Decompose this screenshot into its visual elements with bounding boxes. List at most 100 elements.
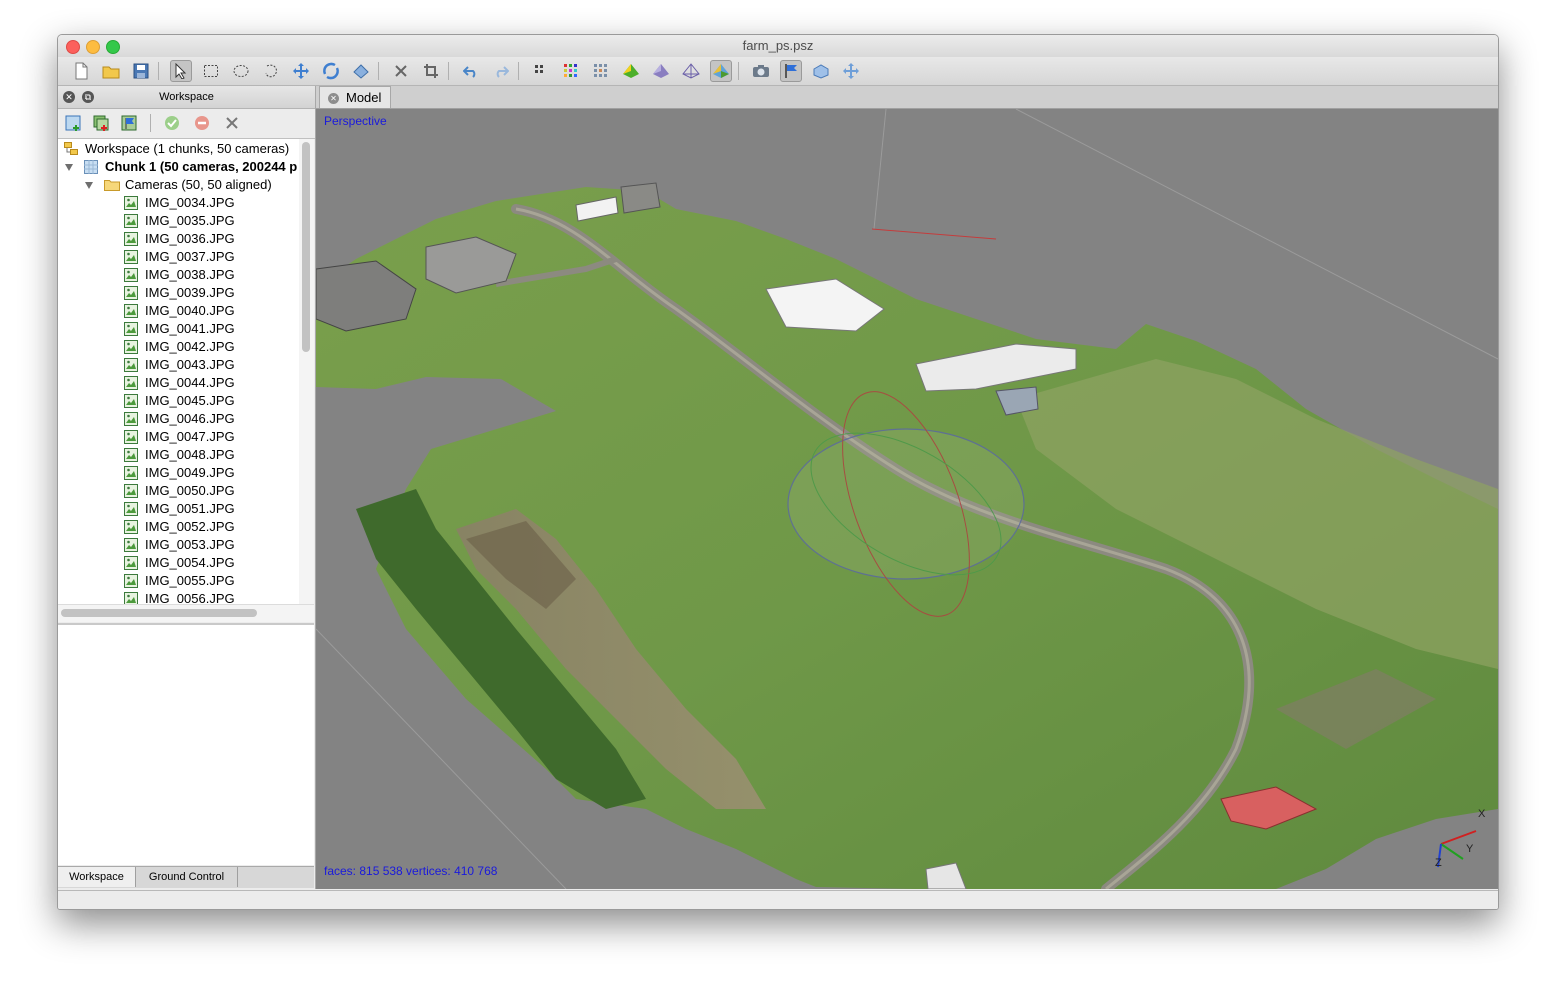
dense-cloud-classes-icon[interactable] bbox=[590, 60, 612, 82]
resize-region-icon[interactable] bbox=[350, 60, 372, 82]
3d-model-scene[interactable] bbox=[316, 109, 1498, 889]
rectangle-selection-icon[interactable] bbox=[200, 60, 222, 82]
photo-icon bbox=[124, 484, 138, 498]
tree-label-camera: IMG_0049.JPG bbox=[145, 465, 235, 480]
expand-cameras-icon[interactable] bbox=[85, 182, 93, 189]
tree-item-camera[interactable]: IMG_0056.JPG bbox=[58, 590, 299, 604]
tree-label-chunk: Chunk 1 (50 cameras, 200244 p bbox=[105, 159, 298, 174]
tree-item-camera[interactable]: IMG_0037.JPG bbox=[58, 248, 299, 266]
minimize-window-button[interactable] bbox=[86, 40, 100, 54]
tree-item-camera[interactable]: IMG_0040.JPG bbox=[58, 302, 299, 320]
tree-item-camera[interactable]: IMG_0046.JPG bbox=[58, 410, 299, 428]
tree-item-camera[interactable]: IMG_0036.JPG bbox=[58, 230, 299, 248]
tree-item-camera[interactable]: IMG_0047.JPG bbox=[58, 428, 299, 446]
reset-view-icon[interactable] bbox=[840, 60, 862, 82]
scroll-thumb[interactable] bbox=[61, 609, 257, 617]
main-toolbar bbox=[58, 57, 1498, 86]
tree-item-camera[interactable]: IMG_0050.JPG bbox=[58, 482, 299, 500]
tree-label-camera: IMG_0041.JPG bbox=[145, 321, 235, 336]
zoom-window-button[interactable] bbox=[106, 40, 120, 54]
model-wireframe-icon[interactable] bbox=[680, 60, 702, 82]
tree-item-camera[interactable]: IMG_0048.JPG bbox=[58, 446, 299, 464]
navigation-pointer-icon[interactable] bbox=[170, 60, 192, 82]
tree-item-camera[interactable]: IMG_0053.JPG bbox=[58, 536, 299, 554]
tree-item-camera[interactable]: IMG_0034.JPG bbox=[58, 194, 299, 212]
add-photos-icon[interactable] bbox=[90, 112, 112, 134]
tree-label-camera: IMG_0055.JPG bbox=[145, 573, 235, 588]
model-solid-icon[interactable] bbox=[650, 60, 672, 82]
tree-label-cameras: Cameras (50, 50 aligned) bbox=[125, 177, 272, 192]
model-shaded-icon[interactable] bbox=[620, 60, 642, 82]
tree-item-camera[interactable]: IMG_0055.JPG bbox=[58, 572, 299, 590]
tree-item-camera[interactable]: IMG_0054.JPG bbox=[58, 554, 299, 572]
tree-label-camera: IMG_0052.JPG bbox=[145, 519, 235, 534]
tree-label-camera: IMG_0050.JPG bbox=[145, 483, 235, 498]
tree-label-camera: IMG_0038.JPG bbox=[145, 267, 235, 282]
tree-item-camera[interactable]: IMG_0045.JPG bbox=[58, 392, 299, 410]
tree-item-camera[interactable]: IMG_0041.JPG bbox=[58, 320, 299, 338]
tree-label-camera: IMG_0037.JPG bbox=[145, 249, 235, 264]
crop-selection-icon[interactable] bbox=[420, 60, 442, 82]
tree-item-camera[interactable]: IMG_0051.JPG bbox=[58, 500, 299, 518]
redo-icon[interactable] bbox=[490, 60, 512, 82]
tree-label-camera: IMG_0036.JPG bbox=[145, 231, 235, 246]
circle-selection-icon[interactable] bbox=[230, 60, 252, 82]
chunk-icon bbox=[84, 160, 98, 174]
add-chunk-icon[interactable] bbox=[62, 112, 84, 134]
photo-icon bbox=[124, 250, 138, 264]
tree-vertical-scrollbar[interactable] bbox=[299, 139, 314, 604]
tree-label-camera: IMG_0040.JPG bbox=[145, 303, 235, 318]
photo-icon bbox=[124, 520, 138, 534]
model-view[interactable]: ✕ Model Perspective faces: 815 538 verti… bbox=[316, 86, 1498, 889]
new-document-icon[interactable] bbox=[70, 60, 92, 82]
tree-item-cameras-folder[interactable]: Cameras (50, 50 aligned) bbox=[58, 176, 299, 194]
tab-model[interactable]: ✕ Model bbox=[319, 86, 391, 108]
panel-tab-bar: Workspace Ground Control bbox=[58, 866, 314, 888]
delete-selection-icon[interactable] bbox=[390, 60, 412, 82]
show-region-icon[interactable] bbox=[810, 60, 832, 82]
photo-icon bbox=[124, 286, 138, 300]
point-cloud-icon[interactable] bbox=[530, 60, 552, 82]
tree-item-camera[interactable]: IMG_0049.JPG bbox=[58, 464, 299, 482]
tab-workspace[interactable]: Workspace bbox=[58, 867, 136, 887]
move-object-icon[interactable] bbox=[290, 60, 312, 82]
undo-icon[interactable] bbox=[460, 60, 482, 82]
remove-items-icon[interactable] bbox=[221, 112, 243, 134]
tree-item-chunk[interactable]: Chunk 1 (50 cameras, 200244 p bbox=[58, 158, 299, 176]
model-textured-icon[interactable] bbox=[710, 60, 732, 82]
tree-item-camera[interactable]: IMG_0043.JPG bbox=[58, 356, 299, 374]
close-tab-icon[interactable]: ✕ bbox=[328, 93, 339, 104]
add-markers-icon[interactable] bbox=[118, 112, 140, 134]
photo-icon bbox=[124, 412, 138, 426]
close-window-button[interactable] bbox=[66, 40, 80, 54]
photo-icon bbox=[124, 340, 138, 354]
tab-ground-control[interactable]: Ground Control bbox=[136, 867, 238, 887]
tree-item-workspace[interactable]: Workspace (1 chunks, 50 cameras) bbox=[58, 140, 299, 158]
axis-z-label: Z bbox=[1435, 857, 1442, 869]
save-icon[interactable] bbox=[130, 60, 152, 82]
open-folder-icon[interactable] bbox=[100, 60, 122, 82]
show-markers-icon[interactable] bbox=[780, 60, 802, 82]
tree-horizontal-scrollbar[interactable] bbox=[58, 604, 314, 622]
enable-cameras-icon[interactable] bbox=[161, 112, 183, 134]
tree-label-camera: IMG_0039.JPG bbox=[145, 285, 235, 300]
scroll-thumb[interactable] bbox=[302, 142, 310, 352]
tree-item-camera[interactable]: IMG_0039.JPG bbox=[58, 284, 299, 302]
disable-cameras-icon[interactable] bbox=[191, 112, 213, 134]
rotate-object-icon[interactable] bbox=[320, 60, 342, 82]
folder-icon bbox=[104, 180, 120, 191]
show-cameras-icon[interactable] bbox=[750, 60, 772, 82]
tree-label-workspace: Workspace (1 chunks, 50 cameras) bbox=[85, 141, 290, 156]
expand-chunk-icon[interactable] bbox=[65, 164, 73, 171]
tree-item-camera[interactable]: IMG_0052.JPG bbox=[58, 518, 299, 536]
tree-item-camera[interactable]: IMG_0038.JPG bbox=[58, 266, 299, 284]
free-form-selection-icon[interactable] bbox=[260, 60, 282, 82]
dense-cloud-icon[interactable] bbox=[560, 60, 582, 82]
tree-item-camera[interactable]: IMG_0042.JPG bbox=[58, 338, 299, 356]
photo-icon bbox=[124, 448, 138, 462]
photo-icon bbox=[124, 232, 138, 246]
tree-item-camera[interactable]: IMG_0044.JPG bbox=[58, 374, 299, 392]
tree-item-camera[interactable]: IMG_0035.JPG bbox=[58, 212, 299, 230]
photo-icon bbox=[124, 556, 138, 570]
workspace-tree[interactable]: Workspace (1 chunks, 50 cameras) Chunk 1… bbox=[58, 139, 300, 604]
